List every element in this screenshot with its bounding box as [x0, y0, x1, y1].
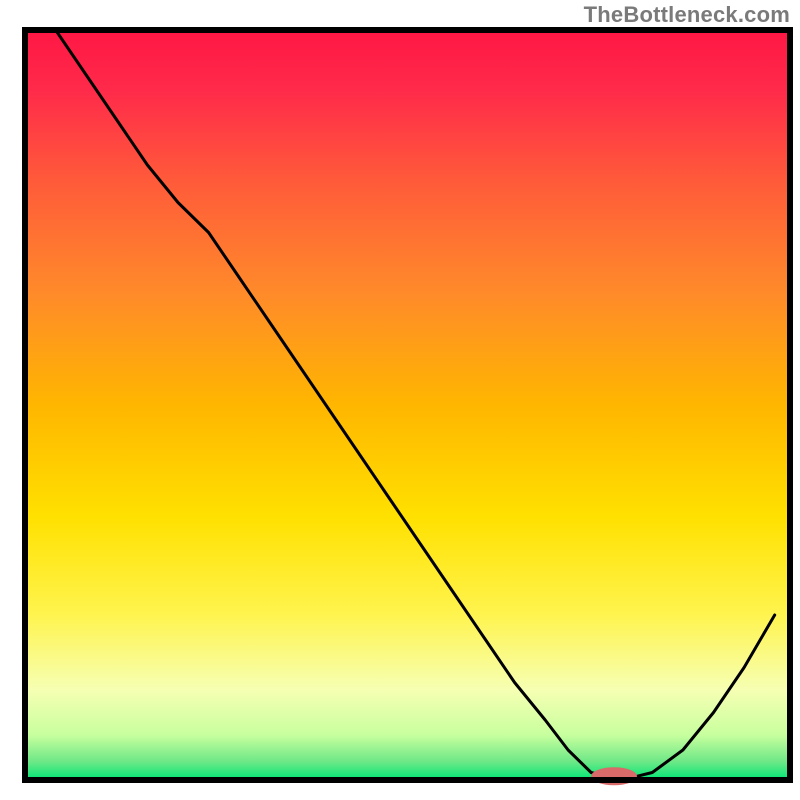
watermark-text: TheBottleneck.com: [584, 2, 790, 28]
bottleneck-chart: [0, 0, 800, 800]
chart-container: TheBottleneck.com: [0, 0, 800, 800]
plot-background: [25, 30, 790, 780]
